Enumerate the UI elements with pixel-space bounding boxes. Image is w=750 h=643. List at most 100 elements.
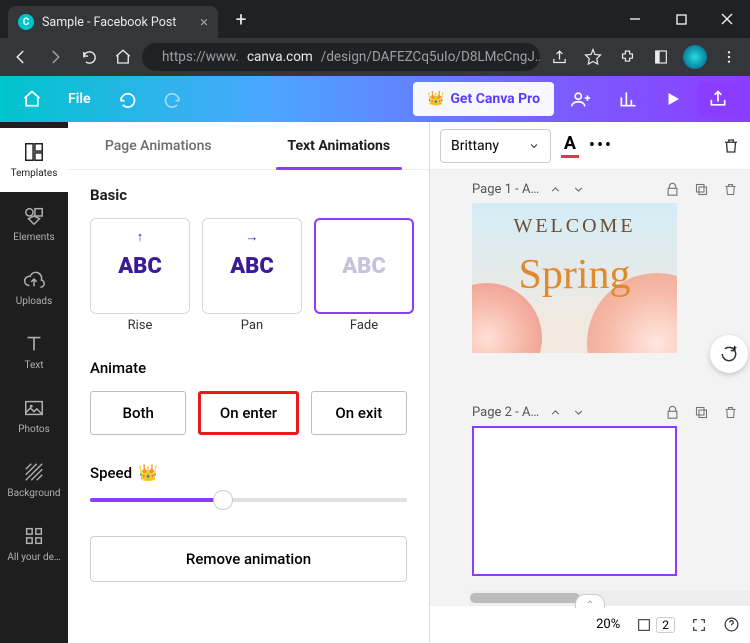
crown-icon: 👑 <box>138 463 158 482</box>
animate-on-exit-button[interactable]: On exit <box>311 391 407 435</box>
browser-tab[interactable]: C Sample - Facebook Post × <box>8 6 218 38</box>
page-count: 2 <box>656 617 675 633</box>
font-name: Brittany <box>451 138 499 154</box>
animate-both-button[interactable]: Both <box>90 391 186 435</box>
text-icon <box>23 333 45 355</box>
sidebar-item-text[interactable]: Text <box>0 320 68 384</box>
menu-icon[interactable] <box>714 42 744 72</box>
letter-a-icon: A <box>564 133 576 154</box>
page-2-thumbnail[interactable] <box>472 426 677 576</box>
trash-icon[interactable] <box>723 182 738 197</box>
home-button[interactable] <box>12 82 52 116</box>
abc-preview: ABC <box>230 254 274 279</box>
scrollbar-thumb[interactable] <box>470 593 580 603</box>
more-options-button[interactable]: ••• <box>589 135 613 156</box>
animation-rise[interactable]: ↑ ABC <box>90 218 190 314</box>
profile-extension-icon[interactable] <box>680 42 710 72</box>
insights-button[interactable] <box>608 82 648 116</box>
chevron-down-icon[interactable] <box>572 406 585 419</box>
pro-label: Get Canva Pro <box>450 91 540 107</box>
reset-animation-button[interactable]: + <box>710 335 748 373</box>
sidebar-label: Text <box>24 360 43 371</box>
apps-icon <box>23 525 45 547</box>
window-maximize-icon[interactable] <box>658 0 704 38</box>
trash-icon[interactable] <box>723 405 738 420</box>
slider-fill <box>90 498 223 502</box>
nav-reload-icon[interactable] <box>74 42 104 72</box>
collaborators-button[interactable] <box>560 82 602 116</box>
url-path: /design/DAFEZCq5uIo/D8LMcCngJ… <box>321 49 540 65</box>
section-basic: Basic <box>90 186 407 204</box>
nav-back-icon[interactable] <box>6 42 36 72</box>
templates-icon <box>23 141 45 163</box>
text-color-button[interactable]: A <box>561 133 579 158</box>
crown-icon: 👑 <box>427 91 444 107</box>
star-icon[interactable] <box>578 42 608 72</box>
window-close-icon[interactable] <box>704 0 750 38</box>
pages-button[interactable]: 2 <box>636 617 675 633</box>
animate-on-enter-button[interactable]: On enter <box>198 391 298 435</box>
url-host-prefix: https://www. <box>162 49 239 65</box>
sidebar-item-elements[interactable]: Elements <box>0 192 68 256</box>
uploads-icon <box>23 269 45 291</box>
slider-thumb[interactable] <box>213 490 233 510</box>
context-toolbar: Brittany A ••• <box>430 122 750 170</box>
sidebar-label: All your de… <box>7 552 60 563</box>
chevron-up-icon[interactable] <box>549 183 562 196</box>
undo-button[interactable] <box>107 82 147 116</box>
canvas-area: Brittany A ••• Page 1 - A… <box>430 122 750 643</box>
reading-list-icon[interactable] <box>646 42 676 72</box>
sidebar-item-background[interactable]: Background <box>0 448 68 512</box>
redo-button[interactable] <box>153 82 193 116</box>
window-minimize-icon[interactable] <box>612 0 658 38</box>
lock-icon[interactable] <box>665 182 680 197</box>
tab-text-animations[interactable]: Text Animations <box>249 122 430 170</box>
tab-title: Sample - Facebook Post <box>42 15 176 30</box>
remove-animation-button[interactable]: Remove animation <box>90 536 407 582</box>
help-icon[interactable] <box>723 616 740 633</box>
extensions-icon[interactable] <box>612 42 642 72</box>
favicon-canva: C <box>18 14 34 30</box>
abc-preview: ABC <box>342 254 386 279</box>
svg-text:+: + <box>732 344 737 354</box>
chevron-up-icon[interactable] <box>549 406 562 419</box>
fullscreen-icon[interactable] <box>691 617 707 633</box>
page-1-thumbnail[interactable]: WELCOME Spring <box>472 203 677 353</box>
sidebar-item-templates[interactable]: Templates <box>0 128 68 192</box>
close-tab-icon[interactable]: × <box>200 13 208 31</box>
sidebar-label: Templates <box>11 168 58 179</box>
horizontal-scrollbar[interactable] <box>470 591 750 605</box>
share-button[interactable] <box>698 82 738 116</box>
elements-icon <box>23 205 45 227</box>
tab-page-animations[interactable]: Page Animations <box>68 122 249 170</box>
zoom-level[interactable]: 20% <box>596 617 620 632</box>
share-icon[interactable] <box>544 42 574 72</box>
new-tab-button[interactable]: + <box>228 6 254 32</box>
get-canva-pro-button[interactable]: 👑 Get Canva Pro <box>413 82 554 116</box>
anim-label: Rise <box>128 318 153 333</box>
sidebar-label: Background <box>7 488 60 499</box>
background-icon <box>23 461 45 483</box>
nav-home-icon[interactable] <box>108 42 138 72</box>
browser-titlebar: C Sample - Facebook Post × + <box>0 0 750 38</box>
sidebar-item-photos[interactable]: Photos <box>0 384 68 448</box>
chevron-down-icon <box>528 140 540 152</box>
duplicate-icon[interactable] <box>694 405 709 420</box>
speed-slider[interactable] <box>90 498 407 502</box>
file-menu[interactable]: File <box>58 82 101 116</box>
chevron-down-icon[interactable] <box>572 183 585 196</box>
thumb-text-spring: Spring <box>472 251 677 299</box>
duplicate-icon[interactable] <box>694 182 709 197</box>
expand-handle[interactable] <box>575 594 605 608</box>
url-host: canva.com <box>247 49 313 65</box>
font-select[interactable]: Brittany <box>440 129 551 163</box>
present-button[interactable] <box>654 82 692 116</box>
lock-icon[interactable] <box>665 405 680 420</box>
animation-fade[interactable]: ABC <box>314 218 414 314</box>
sidebar-item-all[interactable]: All your de… <box>0 512 68 576</box>
delete-button[interactable] <box>722 137 740 155</box>
thumb-text-welcome: WELCOME <box>472 215 677 238</box>
sidebar-item-uploads[interactable]: Uploads <box>0 256 68 320</box>
animation-pan[interactable]: → ABC <box>202 218 302 314</box>
url-field[interactable]: https://www. canva.com/design/DAFEZCq5uIo… <box>142 43 540 71</box>
